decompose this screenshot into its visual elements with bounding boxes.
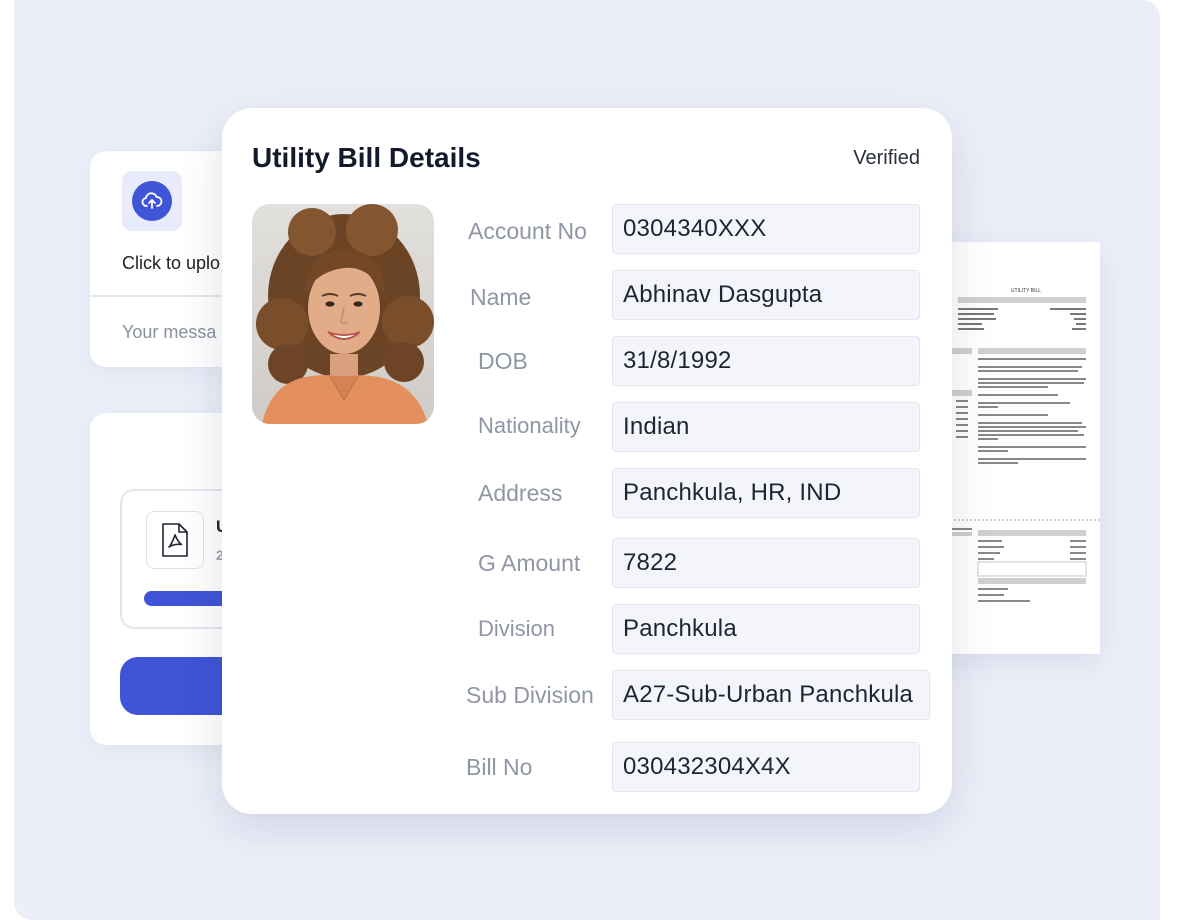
value-division[interactable]: Panchkula [612, 604, 920, 654]
upload-button[interactable] [122, 171, 182, 231]
bill-document-image: UTILITY BILL [930, 288, 1100, 602]
label-name: Name [470, 284, 532, 310]
value-name[interactable]: Abhinav Dasgupta [612, 270, 920, 320]
label-division: Division [478, 616, 556, 641]
value-address[interactable]: Panchkula, HR, IND [612, 468, 920, 518]
value-bill-no[interactable]: 030432304X4X [612, 742, 920, 792]
status-badge: Verified [853, 147, 920, 169]
value-account-no[interactable]: 0304340XXX [612, 204, 920, 254]
cloud-upload-icon [132, 181, 172, 221]
person-photo [252, 204, 434, 424]
message-input[interactable]: Your messa [122, 322, 216, 343]
value-sub-division[interactable]: A27-Sub-Urban Panchkula [612, 670, 930, 720]
bill-document-preview: UTILITY BILL [930, 242, 1100, 654]
label-account-no: Account No [468, 218, 587, 244]
label-address: Address [478, 480, 563, 506]
portrait-image [252, 204, 434, 424]
value-nationality[interactable]: Indian [612, 402, 920, 452]
utility-bill-card: Utility Bill Details Verified Account No… [222, 108, 952, 814]
card-title: Utility Bill Details [252, 142, 481, 173]
label-sub-division: Sub Division [466, 682, 594, 708]
label-g-amount: G Amount [478, 550, 581, 576]
value-g-amount[interactable]: 7822 [612, 538, 920, 588]
label-bill-no: Bill No [466, 754, 533, 780]
value-dob[interactable]: 31/8/1992 [612, 336, 920, 386]
document-heading: UTILITY BILL [1011, 288, 1041, 294]
upload-prompt[interactable]: Click to uplo [122, 253, 220, 274]
label-dob: DOB [478, 348, 528, 374]
pdf-file-icon [146, 511, 204, 569]
label-nationality: Nationality [478, 413, 581, 438]
